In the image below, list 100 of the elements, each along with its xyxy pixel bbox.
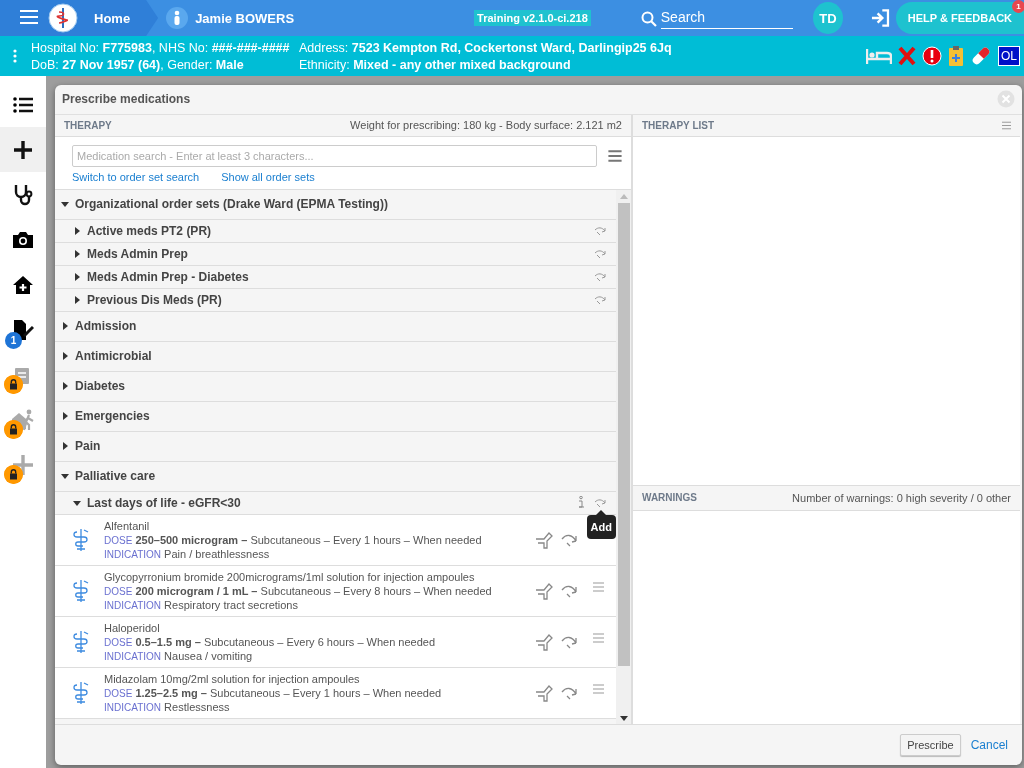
medication-row[interactable]: Midazolam 10mg/2ml solution for injection ampoules DOSE 1.25–2.5 mg – Subcutaneous – Every 1 hours – When needed INDICATION Restlessness <box>55 667 616 719</box>
status-flag[interactable]: OL <box>998 46 1020 66</box>
caret-right-icon[interactable] <box>73 226 81 235</box>
indication-line: INDICATION Nausea / vomiting <box>104 649 254 662</box>
order-set-row[interactable]: Emergencies <box>55 401 616 432</box>
order-set-label: Meds Admin Prep - Diabetes <box>87 269 249 284</box>
redo-arrow-icon[interactable] <box>594 248 608 259</box>
patient-name: Jamie BOWERS <box>195 10 295 26</box>
order-set-row[interactable]: Antimicrobial <box>55 341 616 372</box>
order-set-label: Organizational order sets (Drake Ward (EPMA Testing)) <box>75 197 388 212</box>
caduceus-icon <box>71 679 91 706</box>
section-header: THERAPY <box>64 119 112 131</box>
cancel-link[interactable]: Cancel <box>970 738 1008 753</box>
scrollbar[interactable] <box>616 189 631 725</box>
add-icon <box>13 139 33 160</box>
count-badge: 1 <box>5 332 22 349</box>
dose-line: DOSE 0.5–1.5 mg – Subcutaneous – Every 6 hours – When needed <box>104 635 436 648</box>
house-icon <box>12 274 34 295</box>
warnings-summary: Number of warnings: 0 high severity / 0 other <box>792 491 1011 504</box>
cross-icon[interactable] <box>898 46 916 66</box>
order-set-row[interactable]: Palliative care <box>55 461 616 492</box>
more-icon[interactable] <box>13 49 17 63</box>
caret-down-icon[interactable] <box>73 498 81 507</box>
dialog-title: Prescribe medications <box>62 92 192 107</box>
redo-arrow-icon[interactable] <box>594 294 608 305</box>
alert-icon[interactable] <box>922 46 942 66</box>
order-set-row[interactable]: Organizational order sets (Drake Ward (EPMA Testing)) <box>55 189 616 220</box>
caret-right-icon[interactable] <box>73 295 81 304</box>
logo-icon <box>48 3 78 33</box>
caret-down-icon[interactable] <box>61 200 69 209</box>
address: Address: 7523 Kempton Rd, Cockertonst Ward, Darlingip25 6Jq <box>299 40 672 55</box>
clipboard-icon[interactable] <box>948 45 964 67</box>
order-set-label: Palliative care <box>75 469 156 484</box>
link[interactable]: Switch to order set search <box>72 170 200 183</box>
indication-line: INDICATION Restlessness <box>104 700 231 713</box>
redo-arrow-icon[interactable] <box>594 271 608 282</box>
caret-right-icon[interactable] <box>73 272 81 281</box>
order-set-label: Last days of life - eGFR<30 <box>87 495 241 510</box>
caduceus-icon <box>71 577 91 604</box>
medication-name: Alfentanil <box>104 519 151 532</box>
caret-right-icon[interactable] <box>61 412 69 421</box>
link[interactable]: Show all order sets <box>221 170 315 183</box>
order-set-label: Meds Admin Prep <box>87 246 188 261</box>
redo-arrow-icon[interactable] <box>594 497 608 508</box>
indication-line: INDICATION Pain / breathlessness <box>104 547 271 560</box>
medication-row[interactable]: Haloperidol DOSE 0.5–1.5 mg – Subcutaneous – Every 6 hours – When needed INDICATION Nausea / vomiting <box>55 616 616 668</box>
redo-arrow-icon[interactable] <box>561 583 579 598</box>
add-icon <box>12 453 34 476</box>
order-set-row[interactable]: Pain <box>55 431 616 462</box>
caret-right-icon[interactable] <box>61 382 69 391</box>
dose-line: DOSE 1.25–2.5 mg – Subcutaneous – Every 1 hours – When needed <box>104 686 442 699</box>
redo-arrow-icon[interactable] <box>561 532 579 547</box>
order-set-row[interactable]: Meds Admin Prep <box>55 242 616 266</box>
info-icon[interactable] <box>578 496 584 510</box>
sidebar-item[interactable]: 1 <box>0 307 46 352</box>
redo-arrow-icon[interactable] <box>561 634 579 649</box>
order-set-label: Emergencies <box>75 409 150 424</box>
redo-arrow-icon[interactable] <box>561 685 579 700</box>
home-link[interactable]: Home <box>94 10 131 26</box>
caret-right-icon[interactable] <box>61 322 69 331</box>
order-set-label: Admission <box>75 319 137 334</box>
medication-row[interactable]: Glycopyrronium bromide 200micrograms/1ml solution for injection ampoules DOSE 200 microgram / 1 mL – Subcutaneous – Every 8 hours – When needed INDICATION Respiratory tract secretions <box>55 565 616 617</box>
menu-icon[interactable] <box>607 149 623 162</box>
prescribe-button[interactable]: Prescribe <box>900 734 961 757</box>
order-set-row[interactable]: Diabetes <box>55 371 616 402</box>
section-header: WARNINGS <box>642 492 697 504</box>
medication-name: Haloperidol <box>104 621 161 634</box>
dose-line: DOSE 200 microgram / 1 mL – Subcutaneous – Every 8 hours – When needed <box>104 584 492 597</box>
indication-line: INDICATION Respiratory tract secretions <box>104 598 299 611</box>
order-set-row[interactable]: Active meds PT2 (PR) <box>55 219 616 243</box>
caduceus-icon <box>71 628 91 655</box>
section-header: THERAPY LIST <box>642 119 715 131</box>
caduceus-icon <box>71 526 91 553</box>
caret-right-icon[interactable] <box>61 352 69 361</box>
scroll-down-icon[interactable] <box>619 716 628 723</box>
order-set-label: Pain <box>75 439 101 454</box>
notification-badge: 1 <box>1012 0 1024 13</box>
dose-line: DOSE 250–500 microgram – Subcutaneous – Every 1 hours – When needed <box>104 533 482 546</box>
order-set-row[interactable]: Previous Dis Meds (PR) <box>55 288 616 312</box>
logout-icon[interactable] <box>870 9 890 27</box>
menu-icon[interactable] <box>1002 120 1011 130</box>
sidebar-item[interactable] <box>0 127 46 172</box>
medication-name: Midazolam 10mg/2ml solution for injection ampoules <box>104 672 361 685</box>
order-set-row[interactable]: Admission <box>55 311 616 342</box>
list-icon <box>13 96 33 113</box>
camera-icon <box>12 230 34 249</box>
medication-search-field[interactable]: Medication search - Enter at least 3 characters... <box>72 144 597 167</box>
search-field[interactable]: Search <box>660 9 793 29</box>
redo-arrow-icon[interactable] <box>594 225 608 236</box>
help-feedback-button[interactable]: HELP & FEEDBACK 1 <box>895 2 1024 34</box>
caret-right-icon[interactable] <box>73 249 81 258</box>
order-set-label: Antimicrobial <box>75 349 152 364</box>
caret-right-icon[interactable] <box>61 442 69 451</box>
order-set-label: Diabetes <box>75 379 126 394</box>
caret-down-icon[interactable] <box>61 472 69 481</box>
order-set-row[interactable]: Meds Admin Prep - Diabetes <box>55 265 616 289</box>
order-set-label: Previous Dis Meds (PR) <box>87 292 222 307</box>
medication-name: Glycopyrronium bromide 200micrograms/1ml solution for injection ampoules <box>104 570 476 583</box>
ethnicity: Ethnicity: Mixed - any other mixed background <box>299 57 572 72</box>
date-of-birth: DoB: 27 Nov 1957 (64), Gender: Male <box>31 57 245 72</box>
